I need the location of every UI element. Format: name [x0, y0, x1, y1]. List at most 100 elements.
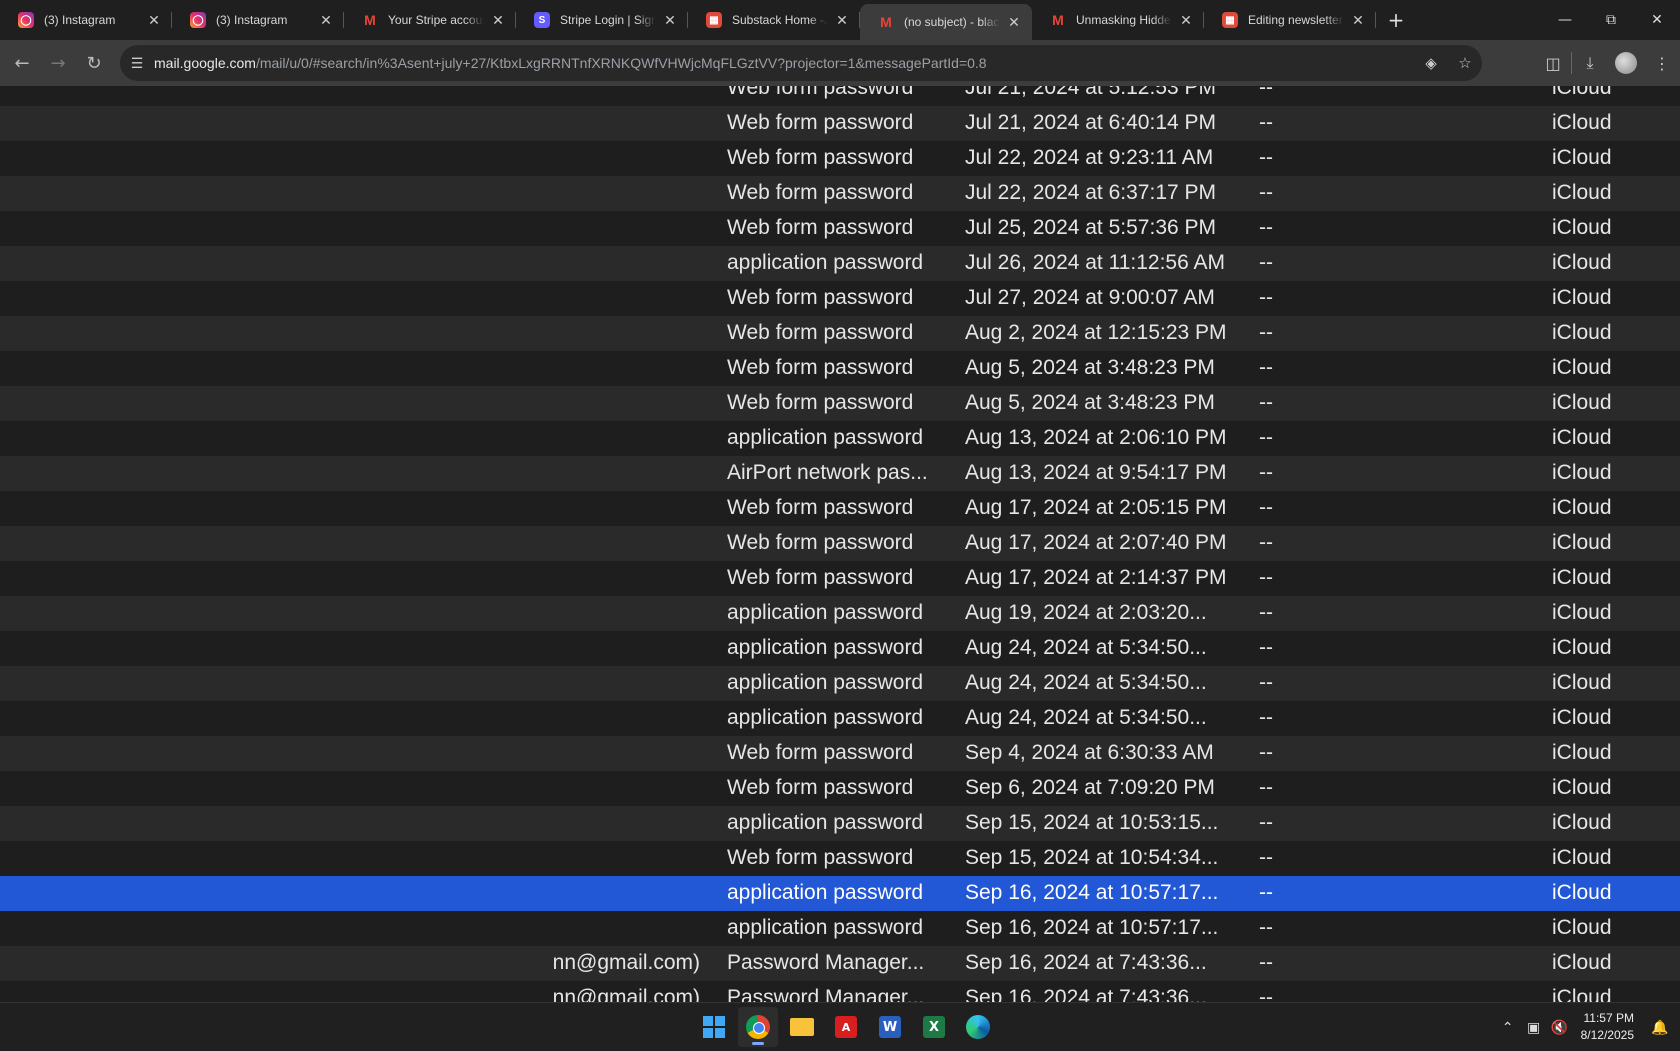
table-row[interactable]: application password Aug 19, 2024 at 2:03…	[0, 596, 1680, 631]
row-date-cell: Aug 24, 2024 at 5:34:50...	[965, 671, 1207, 694]
reload-icon[interactable]: ↻	[76, 45, 112, 81]
clock[interactable]: 11:57 PM 8/12/2025	[1581, 1010, 1634, 1044]
table-row[interactable]: Web form password Aug 17, 2024 at 2:05:15…	[0, 491, 1680, 526]
row-source-cell: iCloud	[1552, 601, 1612, 624]
url-text[interactable]: mail.google.com/mail/u/0/#search/in%3Ase…	[154, 55, 1414, 71]
taskbar-excel[interactable]: X	[914, 1007, 954, 1047]
table-row[interactable]: Web form password Aug 17, 2024 at 2:14:37…	[0, 561, 1680, 596]
substack-icon: ▦	[1222, 12, 1238, 28]
bookmark-star-icon[interactable]: ☆	[1448, 54, 1482, 72]
browser-tab[interactable]: M (no subject) - blackb ✕	[860, 4, 1032, 40]
row-date-cell: Aug 13, 2024 at 2:06:10 PM	[965, 426, 1227, 449]
browser-tab[interactable]: S Stripe Login | Sign in ✕	[516, 0, 688, 40]
tab-close-icon[interactable]: ✕	[490, 12, 506, 29]
stripe-icon: S	[534, 12, 550, 28]
close-window-icon[interactable]: ✕	[1634, 0, 1680, 40]
tab-close-icon[interactable]: ✕	[146, 12, 162, 29]
row-type-cell: Password Manager...	[727, 951, 925, 974]
browser-tab[interactable]: ◯ (3) Instagram ✕	[172, 0, 344, 40]
table-row[interactable]: Web form password Jul 21, 2024 at 6:40:14…	[0, 106, 1680, 141]
row-type-cell: application password	[727, 916, 924, 939]
chevron-up-icon[interactable]: ⌃	[1495, 1019, 1521, 1036]
tab-close-icon[interactable]: ✕	[318, 12, 334, 29]
table-row[interactable]: nn@gmail.com) Password Manager... Sep 16, …	[0, 981, 1680, 1002]
tab-strip: ◯ (3) Instagram ✕ ◯ (3) Instagram ✕ M Your Stri…	[0, 0, 1680, 40]
row-source-cell: iCloud	[1552, 706, 1612, 729]
table-row[interactable]: Web form password Jul 22, 2024 at 6:37:17…	[0, 176, 1680, 211]
tab-close-icon[interactable]: ✕	[662, 12, 678, 29]
table-row[interactable]: application password Sep 16, 2024 at 10:5…	[0, 911, 1680, 946]
taskbar-file-explorer[interactable]	[782, 1007, 822, 1047]
browser-tab[interactable]: M Unmasking Hidden H ✕	[1032, 0, 1204, 40]
minimize-icon[interactable]: —	[1542, 0, 1588, 40]
edge-icon	[966, 1015, 990, 1039]
row-type-cell: application password	[727, 601, 924, 624]
table-row[interactable]: Web form password Sep 15, 2024 at 10:54:3…	[0, 841, 1680, 876]
table-row[interactable]: application password Jul 26, 2024 at 11:1…	[0, 246, 1680, 281]
row-type-cell: Web form password	[727, 286, 914, 309]
table-row[interactable]: application password Sep 15, 2024 at 10:5…	[0, 806, 1680, 841]
download-icon[interactable]: ⤓	[1572, 45, 1608, 81]
browser-tab[interactable]: ▦ Substack Home -Jen ✕	[688, 0, 860, 40]
taskbar-edge[interactable]	[958, 1007, 998, 1047]
row-date-cell: Aug 13, 2024 at 9:54:17 PM	[965, 461, 1227, 484]
browser-tab[interactable]: ▦ Editing newsletter - S ✕	[1204, 0, 1376, 40]
row-date-cell: Aug 17, 2024 at 2:07:40 PM	[965, 531, 1227, 554]
table-row[interactable]: Web form password Aug 5, 2024 at 3:48:23 …	[0, 386, 1680, 421]
tab-close-icon[interactable]: ✕	[1006, 14, 1022, 31]
row-date-cell: Sep 15, 2024 at 10:53:15...	[965, 811, 1219, 834]
row-date-cell: Aug 5, 2024 at 3:48:23 PM	[965, 391, 1215, 414]
row-dash-cell: --	[1259, 881, 1273, 904]
table-row[interactable]: AirPort network pas... Aug 13, 2024 at 9:…	[0, 456, 1680, 491]
new-tab-button[interactable]: +	[1380, 8, 1412, 32]
address-bar[interactable]: ☰ mail.google.com/mail/u/0/#search/in%3A…	[120, 45, 1482, 81]
table-row[interactable]: Web form password Jul 25, 2024 at 5:57:36…	[0, 211, 1680, 246]
tab-close-icon[interactable]: ✕	[834, 12, 850, 29]
row-name-cell: nn@gmail.com)	[552, 986, 700, 1002]
tab-close-icon[interactable]: ✕	[1178, 12, 1194, 29]
table-row[interactable]: nn@gmail.com) Password Manager... Sep 16, …	[0, 946, 1680, 981]
site-info-icon[interactable]: ☰	[120, 55, 154, 72]
row-date-cell: Aug 5, 2024 at 3:48:23 PM	[965, 356, 1215, 379]
table-row[interactable]: Web form password Aug 5, 2024 at 3:48:23 …	[0, 351, 1680, 386]
table-row[interactable]: Web form password Jul 27, 2024 at 9:00:07…	[0, 281, 1680, 316]
instagram-icon: ◯	[18, 12, 34, 28]
taskbar-chrome[interactable]	[738, 1007, 778, 1047]
table-row[interactable]: Web form password Jul 21, 2024 at 5:12:53…	[0, 86, 1680, 106]
browser-tab[interactable]: M Your Stripe account n ✕	[344, 0, 516, 40]
tab-title: (3) Instagram	[216, 13, 288, 27]
table-row[interactable]: Web form password Aug 2, 2024 at 12:15:23…	[0, 316, 1680, 351]
profile-avatar[interactable]	[1615, 52, 1637, 74]
start-button[interactable]	[694, 1007, 734, 1047]
taskbar-word[interactable]: W	[870, 1007, 910, 1047]
table-row[interactable]: Web form password Jul 22, 2024 at 9:23:11…	[0, 141, 1680, 176]
table-row[interactable]: application password Aug 13, 2024 at 2:06…	[0, 421, 1680, 456]
table-row-selected[interactable]: application password Sep 16, 2024 at 10:5…	[0, 876, 1680, 911]
table-row[interactable]: application password Aug 24, 2024 at 5:34…	[0, 666, 1680, 701]
row-dash-cell: --	[1259, 356, 1273, 379]
table-row[interactable]: Web form password Sep 4, 2024 at 6:30:33 …	[0, 736, 1680, 771]
table-row[interactable]: Web form password Sep 6, 2024 at 7:09:20 …	[0, 771, 1680, 806]
lens-icon[interactable]: ◈	[1414, 54, 1448, 72]
taskbar-acrobat[interactable]: A	[826, 1007, 866, 1047]
restore-icon[interactable]: ⧉	[1588, 0, 1634, 40]
row-dash-cell: --	[1259, 146, 1273, 169]
back-icon[interactable]: ←	[4, 45, 40, 81]
row-dash-cell: --	[1259, 916, 1273, 939]
speaker-muted-icon[interactable]: 🔇	[1547, 1019, 1573, 1036]
browser-tab[interactable]: ◯ (3) Instagram ✕	[0, 0, 172, 40]
row-date-cell: Sep 16, 2024 at 10:57:17...	[965, 916, 1219, 939]
row-dash-cell: --	[1259, 706, 1273, 729]
tab-close-icon[interactable]: ✕	[1350, 12, 1366, 29]
menu-kebab-icon[interactable]: ⋮	[1644, 45, 1680, 81]
row-dash-cell: --	[1259, 986, 1273, 1002]
display-icon[interactable]: ▣	[1521, 1019, 1547, 1036]
row-date-cell: Aug 2, 2024 at 12:15:23 PM	[965, 321, 1227, 344]
cast-search-icon[interactable]: ◫	[1535, 45, 1571, 81]
table-row[interactable]: application password Aug 24, 2024 at 5:34…	[0, 701, 1680, 736]
table-row[interactable]: application password Aug 24, 2024 at 5:34…	[0, 631, 1680, 666]
row-type-cell: Web form password	[727, 566, 914, 589]
table-row[interactable]: Web form password Aug 17, 2024 at 2:07:40…	[0, 526, 1680, 561]
notification-bell-icon[interactable]: 🔔	[1648, 1019, 1672, 1036]
forward-icon[interactable]: →	[40, 45, 76, 81]
